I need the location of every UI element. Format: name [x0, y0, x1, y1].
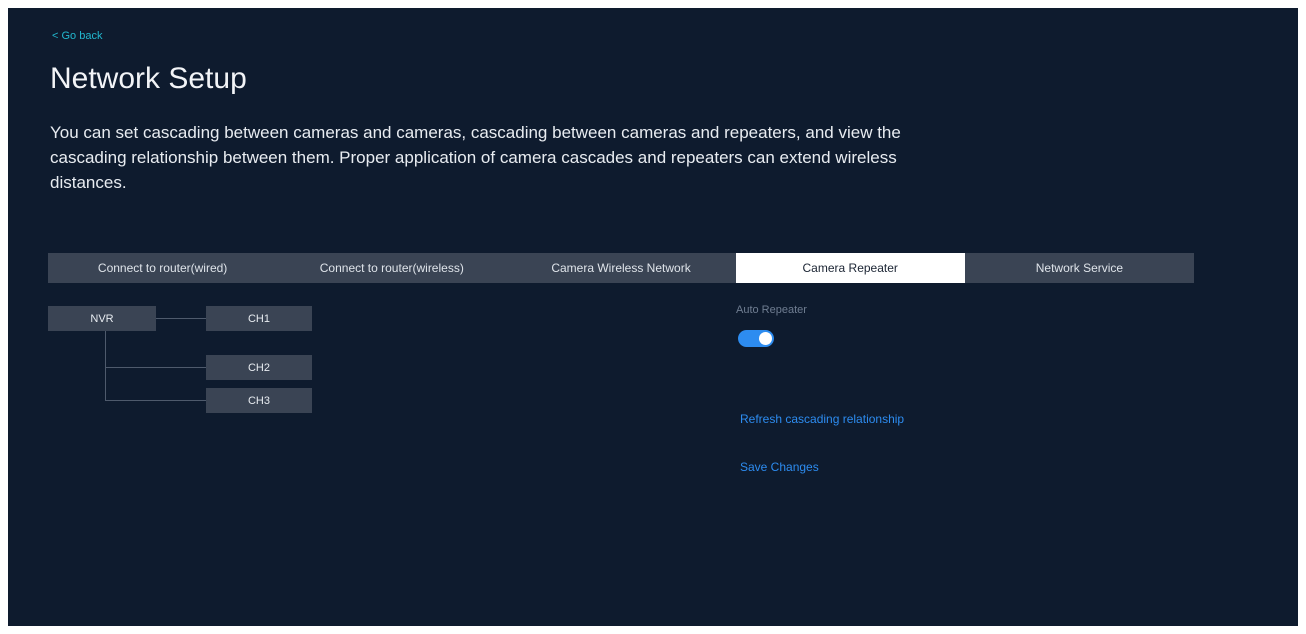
go-back-link[interactable]: < Go back [52, 30, 102, 42]
channel-node-ch1: CH1 [206, 306, 312, 331]
tab-connect-router-wireless[interactable]: Connect to router(wireless) [277, 253, 506, 283]
nvr-node: NVR [48, 306, 156, 331]
channel-node-ch2: CH2 [206, 355, 312, 380]
auto-repeater-toggle[interactable] [738, 330, 774, 347]
tab-camera-wireless-network[interactable]: Camera Wireless Network [506, 253, 735, 283]
tree-connector-vertical [105, 331, 106, 400]
page-description: You can set cascading between cameras an… [50, 123, 901, 192]
auto-repeater-label: Auto Repeater [736, 304, 807, 316]
page-title: Network Setup [50, 62, 247, 95]
repeater-settings-panel: Auto Repeater Refresh cascading relation… [736, 304, 1056, 484]
tab-network-service[interactable]: Network Service [965, 253, 1194, 283]
network-setup-screen: < Go back Network Setup You can set casc… [8, 8, 1298, 626]
tree-connector-horizontal-ch2 [105, 367, 206, 368]
network-tab-bar: Connect to router(wired) Connect to rout… [48, 253, 1194, 283]
toggle-knob [759, 332, 772, 345]
channel-node-ch3: CH3 [206, 388, 312, 413]
refresh-cascading-button[interactable]: Refresh cascading relationship [740, 412, 904, 426]
cascade-tree: NVR CH1 CH2 CH3 [48, 306, 348, 426]
save-changes-button[interactable]: Save Changes [740, 460, 819, 474]
tab-camera-repeater[interactable]: Camera Repeater [735, 253, 965, 283]
tree-connector-horizontal-ch3 [105, 400, 206, 401]
tab-connect-router-wired[interactable]: Connect to router(wired) [48, 253, 277, 283]
tree-connector-horizontal-root [156, 318, 206, 319]
